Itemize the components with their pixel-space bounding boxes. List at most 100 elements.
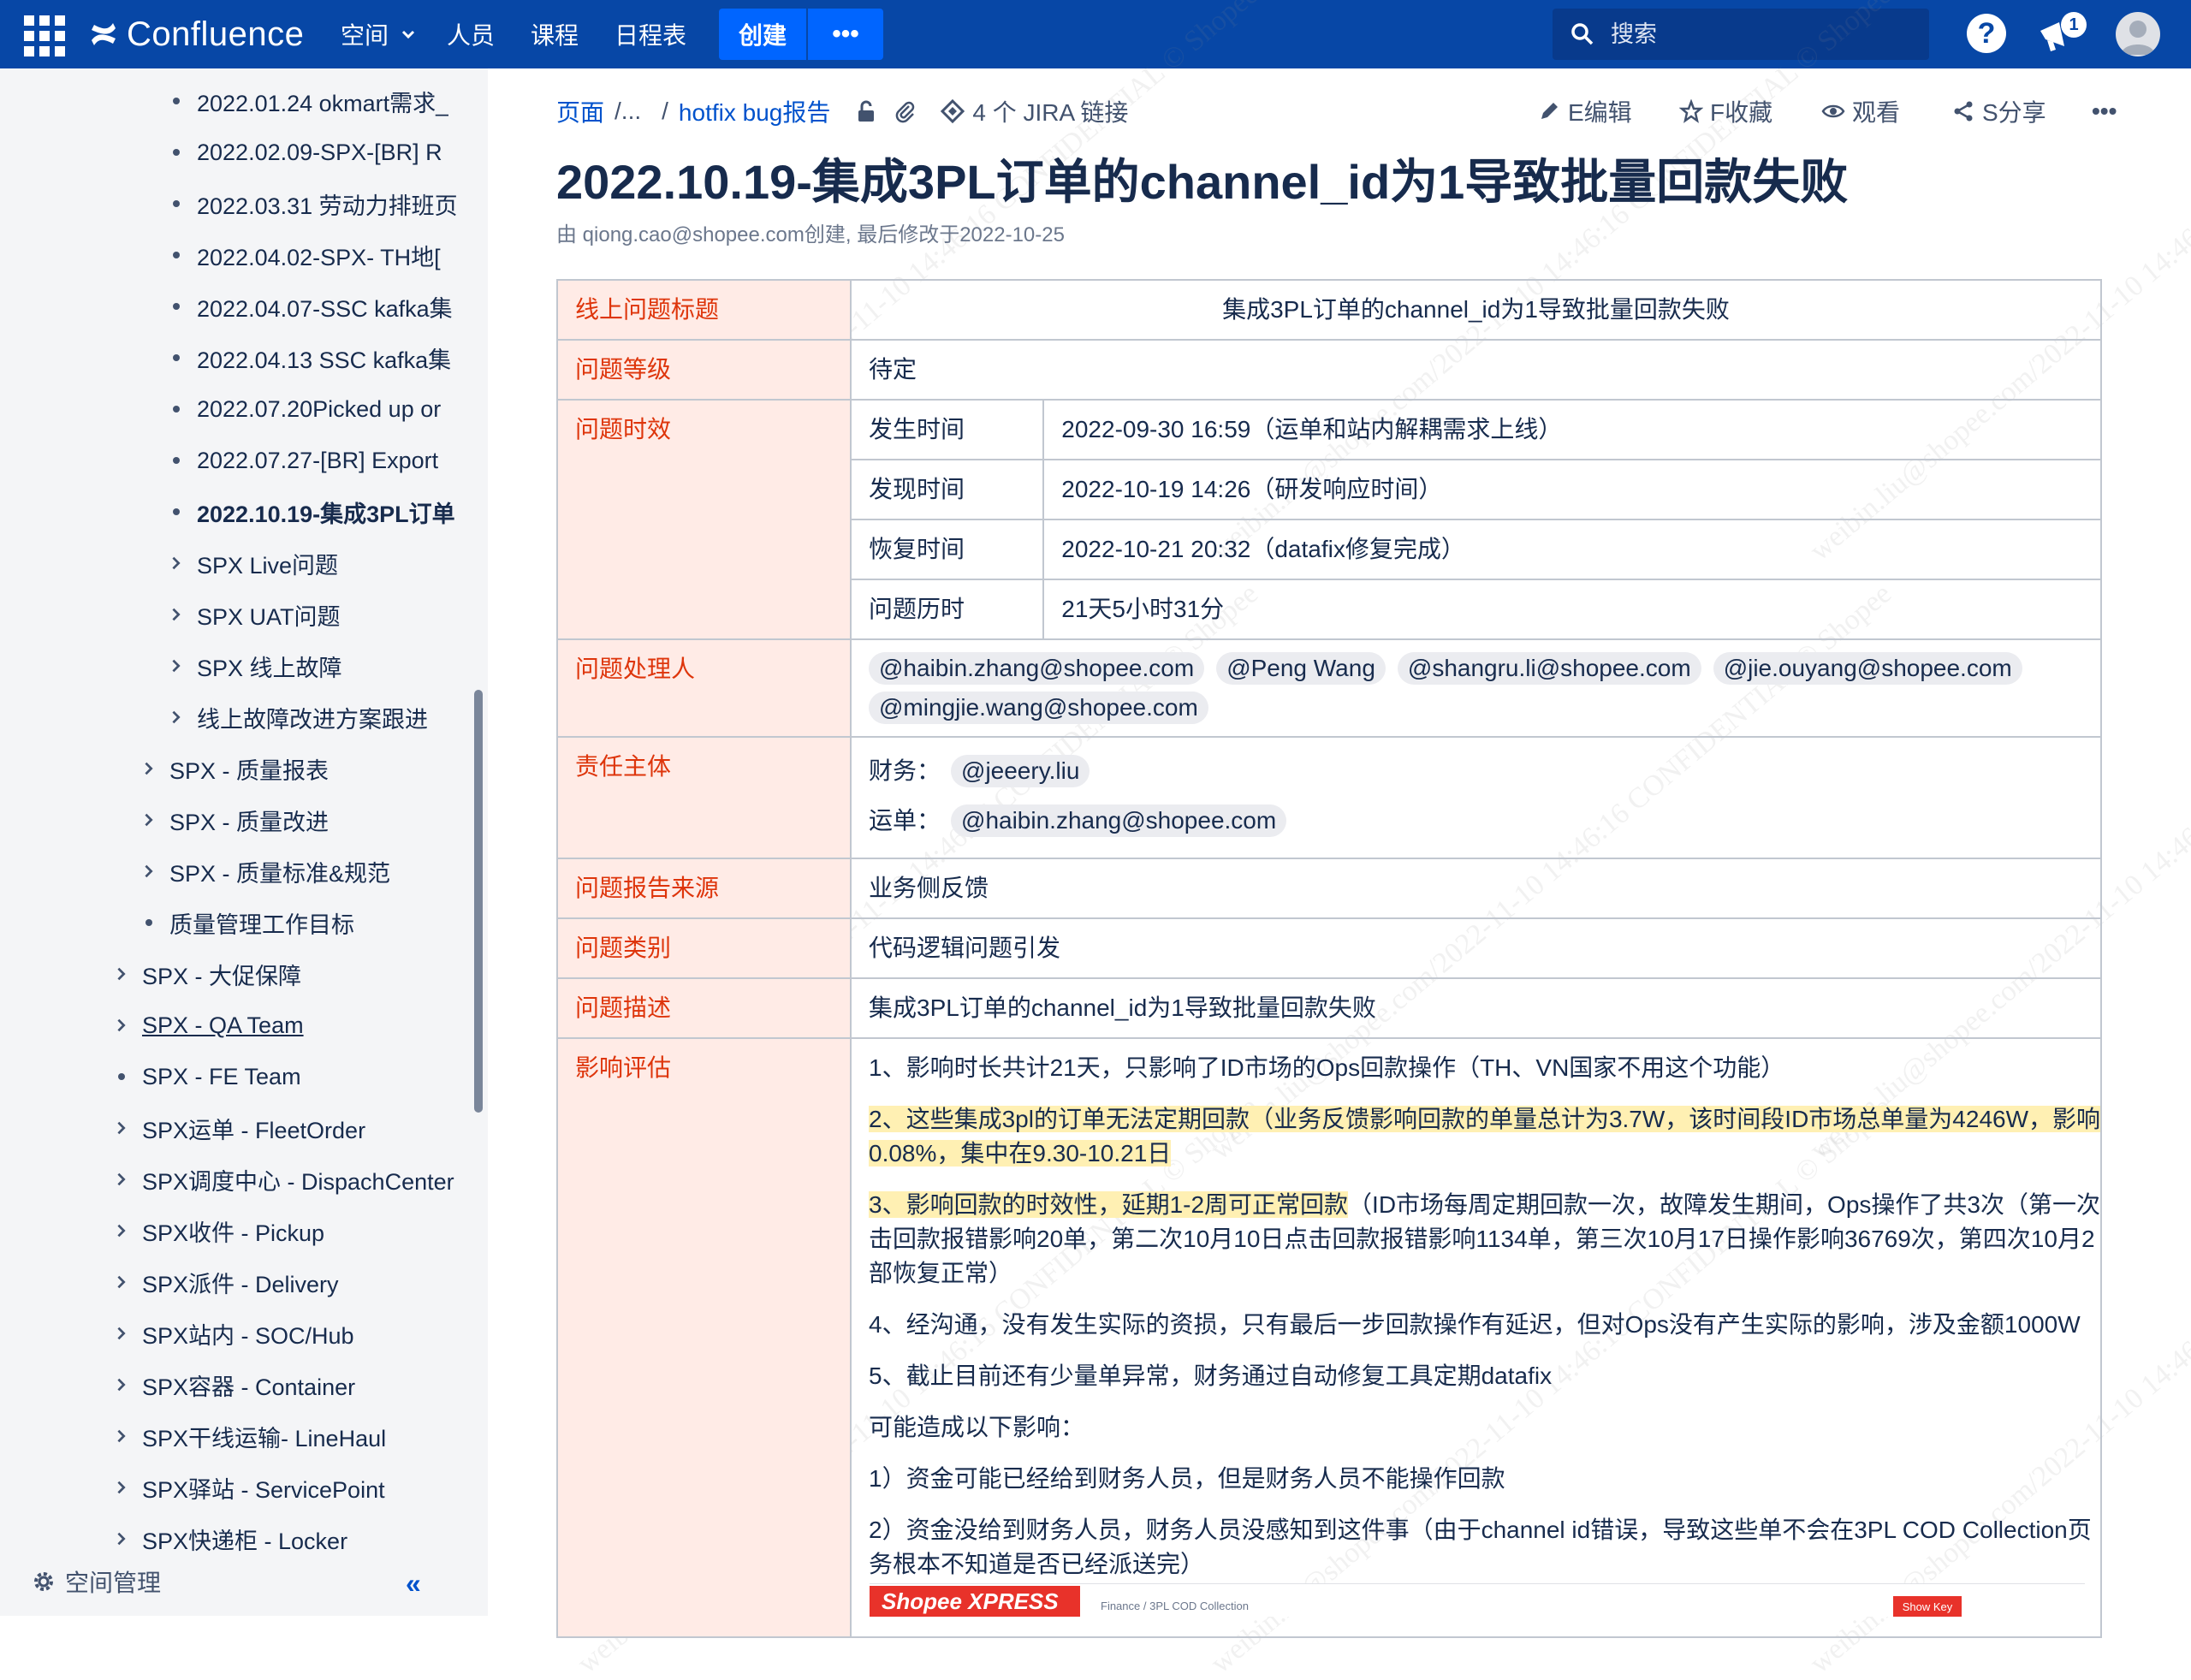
jira-links[interactable]: 4 个 JIRA 链接 xyxy=(940,94,1128,128)
user-mention[interactable]: @jeeery.liu xyxy=(951,755,1090,787)
sidebar-tree-item-label: SPX驿站 - ServicePoint xyxy=(142,1476,385,1503)
help-icon[interactable]: ? xyxy=(1967,14,2006,53)
chevron-right-icon[interactable] xyxy=(113,1428,130,1444)
search-input[interactable] xyxy=(1609,20,1921,49)
chevron-right-icon[interactable] xyxy=(113,1018,130,1033)
chevron-right-icon[interactable] xyxy=(168,658,185,674)
sidebar-tree-item[interactable]: 2022.04.13 SSC kafka集 xyxy=(168,339,462,377)
chevron-right-icon[interactable] xyxy=(168,709,185,725)
chevron-right-icon[interactable] xyxy=(113,1377,130,1392)
sidebar-tree-item-label: 2022.04.02-SPX- TH地[ xyxy=(197,244,441,270)
sidebar-tree-item[interactable]: SPX干线运输- LineHaul xyxy=(113,1417,462,1455)
chevron-right-icon[interactable] xyxy=(168,555,185,571)
table-row: 问题处理人 @haibin.zhang@shopee.com @Peng Wang… xyxy=(556,638,2103,738)
sidebar-tree-item[interactable]: 线上故障改进方案跟进 xyxy=(168,698,462,736)
sidebar-tree-item[interactable]: SPX - 质量改进 xyxy=(140,801,462,839)
chevron-right-icon[interactable] xyxy=(140,761,157,776)
edit-label: E编辑 xyxy=(1568,99,1632,126)
sidebar-tree-item[interactable]: SPX收件 - Pickup xyxy=(113,1212,462,1250)
sidebar-tree-item[interactable]: 2022.01.24 okmart需求_ xyxy=(168,82,462,120)
sidebar-tree-item[interactable]: 2022.04.02-SPX- TH地[ xyxy=(168,236,462,274)
sidebar-tree-item[interactable]: SPX - FE Team xyxy=(113,1058,462,1095)
chevron-right-icon[interactable] xyxy=(113,1480,130,1495)
more-actions-button[interactable]: ••• xyxy=(2092,92,2117,130)
attachment-icon[interactable] xyxy=(894,99,917,123)
sidebar-tree-item[interactable]: 2022.10.19-集成3PL订单 xyxy=(168,493,462,531)
confluence-logo[interactable]: Confluence xyxy=(89,10,304,58)
user-mention[interactable]: @jie.ouyang@shopee.com xyxy=(1713,652,2022,685)
app-switcher-icon[interactable] xyxy=(24,15,65,56)
watch-button[interactable]: 观看 xyxy=(1821,92,1900,130)
edit-button[interactable]: E编辑 xyxy=(1537,92,1632,130)
bullet-icon xyxy=(168,354,185,361)
sidebar-tree-item[interactable]: SPX - 质量标准&规范 xyxy=(140,852,462,890)
chevron-right-icon[interactable] xyxy=(113,1274,130,1290)
space-admin-link[interactable]: 空间管理 xyxy=(31,1564,161,1599)
sidebar-tree-item[interactable]: SPX驿站 - ServicePoint xyxy=(113,1469,462,1506)
user-avatar[interactable] xyxy=(2116,12,2160,56)
sidebar-tree-item[interactable]: SPX - QA Team xyxy=(113,1006,462,1044)
sidebar-tree-item[interactable]: 质量管理工作目标 xyxy=(140,904,462,941)
chevron-right-icon[interactable] xyxy=(113,966,130,982)
notifications-button[interactable]: 1 xyxy=(2037,12,2087,56)
search-box[interactable] xyxy=(1553,9,1929,60)
sidebar-tree-item[interactable]: 2022.04.07-SSC kafka集 xyxy=(168,288,462,325)
user-mention[interactable]: @haibin.zhang@shopee.com xyxy=(951,804,1287,837)
sidebar-tree-item[interactable]: SPX Live问题 xyxy=(168,544,462,582)
user-mention[interactable]: @haibin.zhang@shopee.com xyxy=(869,652,1205,685)
unlock-icon[interactable] xyxy=(854,99,878,123)
bullet-icon xyxy=(140,919,157,926)
chevron-right-icon[interactable] xyxy=(140,812,157,828)
time-label-cell: 问题时效 xyxy=(556,399,852,640)
create-more-button[interactable]: ••• xyxy=(808,9,883,60)
chevron-right-icon[interactable] xyxy=(113,1223,130,1238)
sidebar-tree-item[interactable]: SPX UAT问题 xyxy=(168,596,462,633)
chevron-right-icon[interactable] xyxy=(113,1531,130,1546)
breadcrumb-parent-link[interactable]: hotfix bug报告 xyxy=(679,94,830,128)
nav-courses[interactable]: 课程 xyxy=(531,0,579,68)
nav-spaces[interactable]: 空间 xyxy=(341,0,416,68)
user-mention[interactable]: @Peng Wang xyxy=(1216,652,1386,685)
favorite-button[interactable]: F收藏 xyxy=(1679,92,1772,130)
share-button[interactable]: S分享 xyxy=(1951,92,2046,130)
sidebar-tree-item[interactable]: SPX - 质量报表 xyxy=(140,750,462,787)
screenshot-button: Show Key xyxy=(1893,1596,1962,1617)
sidebar-tree-item[interactable]: 2022.02.09-SPX-[BR] R xyxy=(168,134,462,171)
sidebar-tree-item[interactable]: SPX - 大促保障 xyxy=(113,955,462,993)
sidebar-tree-item[interactable]: 2022.07.20Picked up or xyxy=(168,390,462,428)
sidebar-tree-item-label: SPX - 质量改进 xyxy=(169,809,330,835)
table-row: 问题描述 集成3PL订单的channel_id为1导致批量回款失败 xyxy=(556,977,2103,1039)
sidebar-tree-item[interactable]: 2022.03.31 劳动力排班页 xyxy=(168,185,462,223)
chevron-right-icon[interactable] xyxy=(140,864,157,879)
sidebar-tree-item[interactable]: SPX站内 - SOC/Hub xyxy=(113,1315,462,1352)
sidebar-footer xyxy=(0,1611,488,1616)
breadcrumb-ellipsis[interactable]: /... xyxy=(615,98,641,125)
chevron-right-icon[interactable] xyxy=(168,607,185,622)
sidebar-tree-item[interactable]: SPX运单 - FleetOrder xyxy=(113,1109,462,1147)
sidebar-tree-item[interactable]: SPX调度中心 - DispachCenter xyxy=(113,1161,462,1198)
embedded-screenshot[interactable]: Shopee XPRESS Finance / 3PL COD Collecti… xyxy=(870,1583,2085,1617)
sidebar-tree-item-label: SPX 线上故障 xyxy=(197,655,342,681)
time-value-cell: 2022-10-21 20:32（datafix修复完成） xyxy=(1042,519,2103,580)
chevron-right-icon[interactable] xyxy=(113,1326,130,1341)
sidebar-tree-item[interactable]: SPX 线上故障 xyxy=(168,647,462,685)
sidebar-tree-item[interactable]: SPX容器 - Container xyxy=(113,1366,462,1404)
impact-text: 2）资金没给到财务人员，财务人员没感知到这件事（由于channel id错误，导… xyxy=(869,1517,2092,1543)
sidebar-tree-item[interactable]: SPX快递柜 - Locker xyxy=(113,1520,462,1558)
bullet-icon xyxy=(168,303,185,310)
nav-people[interactable]: 人员 xyxy=(447,0,495,68)
create-button[interactable]: 创建 xyxy=(719,9,806,60)
sidebar-tree-item-label: 2022.03.31 劳动力排班页 xyxy=(197,193,458,219)
sidebar-tree-item[interactable]: 2022.07.27-[BR] Export xyxy=(168,442,462,479)
time-key-cell: 发现时间 xyxy=(849,459,1045,520)
chevron-right-icon[interactable] xyxy=(113,1172,130,1187)
breadcrumb-pages-link[interactable]: 页面 xyxy=(556,94,604,128)
sidebar-tree-item[interactable]: SPX派件 - Delivery xyxy=(113,1263,462,1301)
user-mention[interactable]: @mingjie.wang@shopee.com xyxy=(869,692,1208,724)
sidebar-scrollbar[interactable] xyxy=(474,690,483,1113)
chevron-right-icon[interactable] xyxy=(113,1120,130,1136)
sidebar-tree-item-label: SPX UAT问题 xyxy=(197,603,341,630)
nav-calendar[interactable]: 日程表 xyxy=(615,0,686,68)
user-mention[interactable]: @shangru.li@shopee.com xyxy=(1397,652,1701,685)
collapse-sidebar-button[interactable]: « xyxy=(406,1568,421,1600)
